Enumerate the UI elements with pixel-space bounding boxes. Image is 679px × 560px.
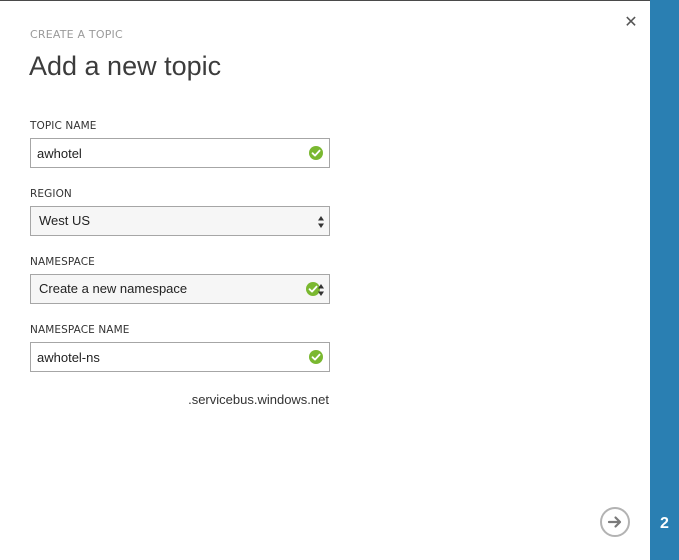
namespace-selected-value: Create a new namespace	[39, 281, 188, 296]
topic-name-input[interactable]	[31, 139, 307, 167]
dialog-eyebrow: CREATE A TOPIC	[30, 28, 123, 41]
page-title: Add a new topic	[29, 51, 222, 81]
namespace-suffix: .servicebus.windows.net	[188, 392, 329, 407]
namespace-select[interactable]: Create a new namespace	[30, 274, 330, 304]
next-button[interactable]	[600, 507, 630, 537]
valid-check-icon	[309, 146, 323, 160]
step-number: 2	[660, 515, 669, 532]
wizard-step-rail: 2	[650, 0, 679, 560]
select-arrows-icon	[317, 214, 325, 228]
region-selected-value: West US	[39, 213, 91, 228]
topic-name-field[interactable]	[30, 138, 330, 168]
namespace-name-input[interactable]	[31, 343, 307, 371]
namespace-name-field[interactable]	[30, 342, 330, 372]
select-arrows-icon	[317, 282, 325, 296]
valid-check-icon	[309, 350, 323, 364]
namespace-name-label: NAMESPACE NAME	[30, 324, 130, 336]
arrow-right-icon	[607, 516, 622, 528]
close-icon[interactable]: ✕	[622, 13, 640, 31]
namespace-label: NAMESPACE	[30, 256, 95, 268]
topic-name-label: TOPIC NAME	[30, 120, 97, 132]
region-select[interactable]: West US	[30, 206, 330, 236]
create-topic-dialog: ✕ CREATE A TOPIC Add a new topic TOPIC N…	[0, 1, 650, 560]
region-label: REGION	[30, 188, 72, 200]
